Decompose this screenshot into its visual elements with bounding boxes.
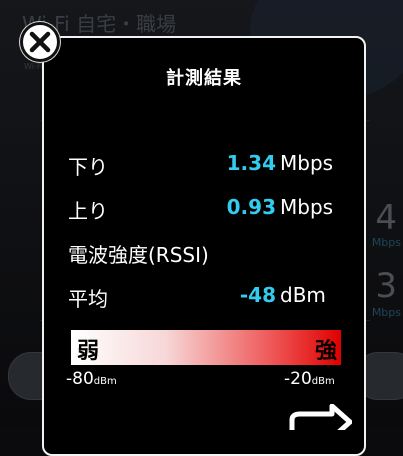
average-label: 平均 bbox=[68, 287, 108, 311]
upload-unit: Mbps bbox=[280, 195, 334, 219]
average-value: -48 bbox=[239, 283, 276, 307]
download-unit: Mbps bbox=[280, 151, 334, 175]
upload-label: 上り bbox=[68, 199, 108, 223]
gauge-max-scale: -20dBm bbox=[284, 369, 335, 389]
average-row: 平均 -48 dBm bbox=[68, 283, 348, 313]
gauge-strong-label: 強 bbox=[314, 339, 337, 364]
gauge-min-value: -80 bbox=[66, 369, 94, 389]
close-icon bbox=[29, 31, 51, 53]
gauge-weak-label: 弱 bbox=[77, 339, 100, 364]
background-speed-value: 4 bbox=[375, 198, 397, 238]
signal-strength-gauge: 弱 強 bbox=[71, 330, 341, 365]
rssi-row: 電波強度(RSSI) bbox=[68, 239, 348, 269]
gauge-min-unit: dBm bbox=[93, 376, 117, 387]
download-label: 下り bbox=[68, 155, 108, 179]
gauge-min-scale: -80dBm bbox=[66, 369, 117, 389]
download-row: 下り 1.34 Mbps bbox=[68, 151, 348, 181]
rssi-heading: 電波強度(RSSI) bbox=[68, 243, 209, 267]
share-button[interactable] bbox=[288, 403, 353, 441]
upload-value: 0.93 bbox=[226, 195, 276, 219]
background-speed-unit: Mbps bbox=[371, 306, 401, 319]
share-icon bbox=[289, 403, 353, 441]
dialog-title: 計測結果 bbox=[166, 68, 242, 89]
background-speed-unit: Mbps bbox=[371, 236, 401, 249]
download-value: 1.34 bbox=[226, 151, 276, 175]
gauge-max-unit: dBm bbox=[311, 376, 335, 387]
upload-row: 上り 0.93 Mbps bbox=[68, 195, 348, 225]
background-sub-label: Wi-Fi bbox=[24, 62, 44, 71]
average-unit: dBm bbox=[280, 283, 326, 307]
background-speed-value: 3 bbox=[375, 266, 397, 306]
close-button[interactable] bbox=[20, 22, 60, 62]
gauge-max-value: -20 bbox=[284, 369, 312, 389]
